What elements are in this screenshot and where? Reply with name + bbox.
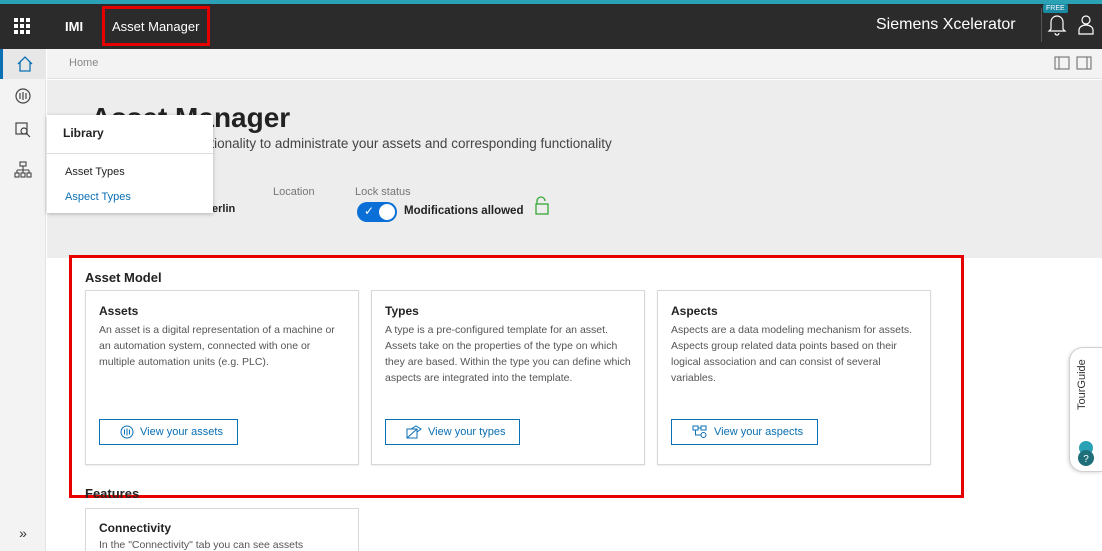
check-icon: ✓	[364, 204, 375, 218]
left-panel-icon[interactable]	[1054, 56, 1070, 70]
top-bar: IMI Asset Manager Siemens Xcelerator FRE…	[0, 0, 1102, 49]
breadcrumb-bar: Home	[47, 49, 1102, 79]
brand-label[interactable]: IMI	[65, 19, 83, 34]
card-description: In the "Connectivity" tab you can see as…	[99, 539, 304, 551]
user-icon[interactable]	[1076, 12, 1096, 36]
toggle-knob	[379, 204, 395, 220]
rail-item-assets[interactable]	[0, 81, 46, 111]
product-name: Siemens Xcelerator	[876, 16, 1016, 33]
library-menu-divider	[47, 153, 213, 154]
right-panel-icon[interactable]	[1076, 56, 1092, 70]
library-search-icon	[15, 122, 31, 138]
help-icon: ?	[1078, 441, 1094, 466]
unlock-icon	[535, 196, 549, 215]
expand-rail-button[interactable]: »	[0, 525, 46, 545]
card-connectivity: Connectivity In the "Connectivity" tab y…	[85, 508, 359, 551]
top-accent-line	[0, 0, 1102, 4]
highlight-box-app-name	[102, 6, 210, 46]
left-nav-rail: »	[0, 49, 46, 551]
asset-icon	[15, 88, 31, 104]
bell-icon[interactable]	[1047, 10, 1067, 36]
hierarchy-icon	[14, 161, 32, 178]
features-heading: Features	[85, 486, 140, 501]
tour-guide-tab[interactable]: TourGuide ?	[1069, 347, 1102, 472]
grid-icon	[14, 18, 30, 34]
card-title: Connectivity	[99, 521, 172, 535]
library-menu-title: Library	[63, 126, 104, 140]
home-icon	[17, 56, 32, 72]
menu-item-asset-types[interactable]: Asset Types	[65, 166, 125, 178]
svg-text:?: ?	[1083, 454, 1089, 465]
rail-item-hierarchy[interactable]	[0, 155, 46, 185]
menu-item-aspect-types[interactable]: Aspect Types	[65, 191, 131, 203]
tenant-value: erlin	[212, 203, 236, 215]
lock-status-label: Lock status	[355, 186, 411, 198]
rail-item-home[interactable]	[0, 49, 46, 79]
layout-toggles	[1054, 56, 1092, 70]
app-launcher-button[interactable]	[8, 12, 36, 40]
highlight-box-asset-model	[69, 255, 964, 498]
modifications-status: Modifications allowed	[404, 205, 524, 217]
library-menu: Library Asset Types Aspect Types	[47, 115, 213, 213]
lock-status-toggle[interactable]: ✓	[357, 202, 397, 222]
rail-item-library[interactable]	[0, 115, 46, 145]
breadcrumb-home[interactable]: Home	[69, 57, 98, 69]
tour-guide-label: TourGuide	[1076, 359, 1088, 410]
header-divider	[1041, 8, 1042, 42]
location-label: Location	[273, 186, 315, 198]
